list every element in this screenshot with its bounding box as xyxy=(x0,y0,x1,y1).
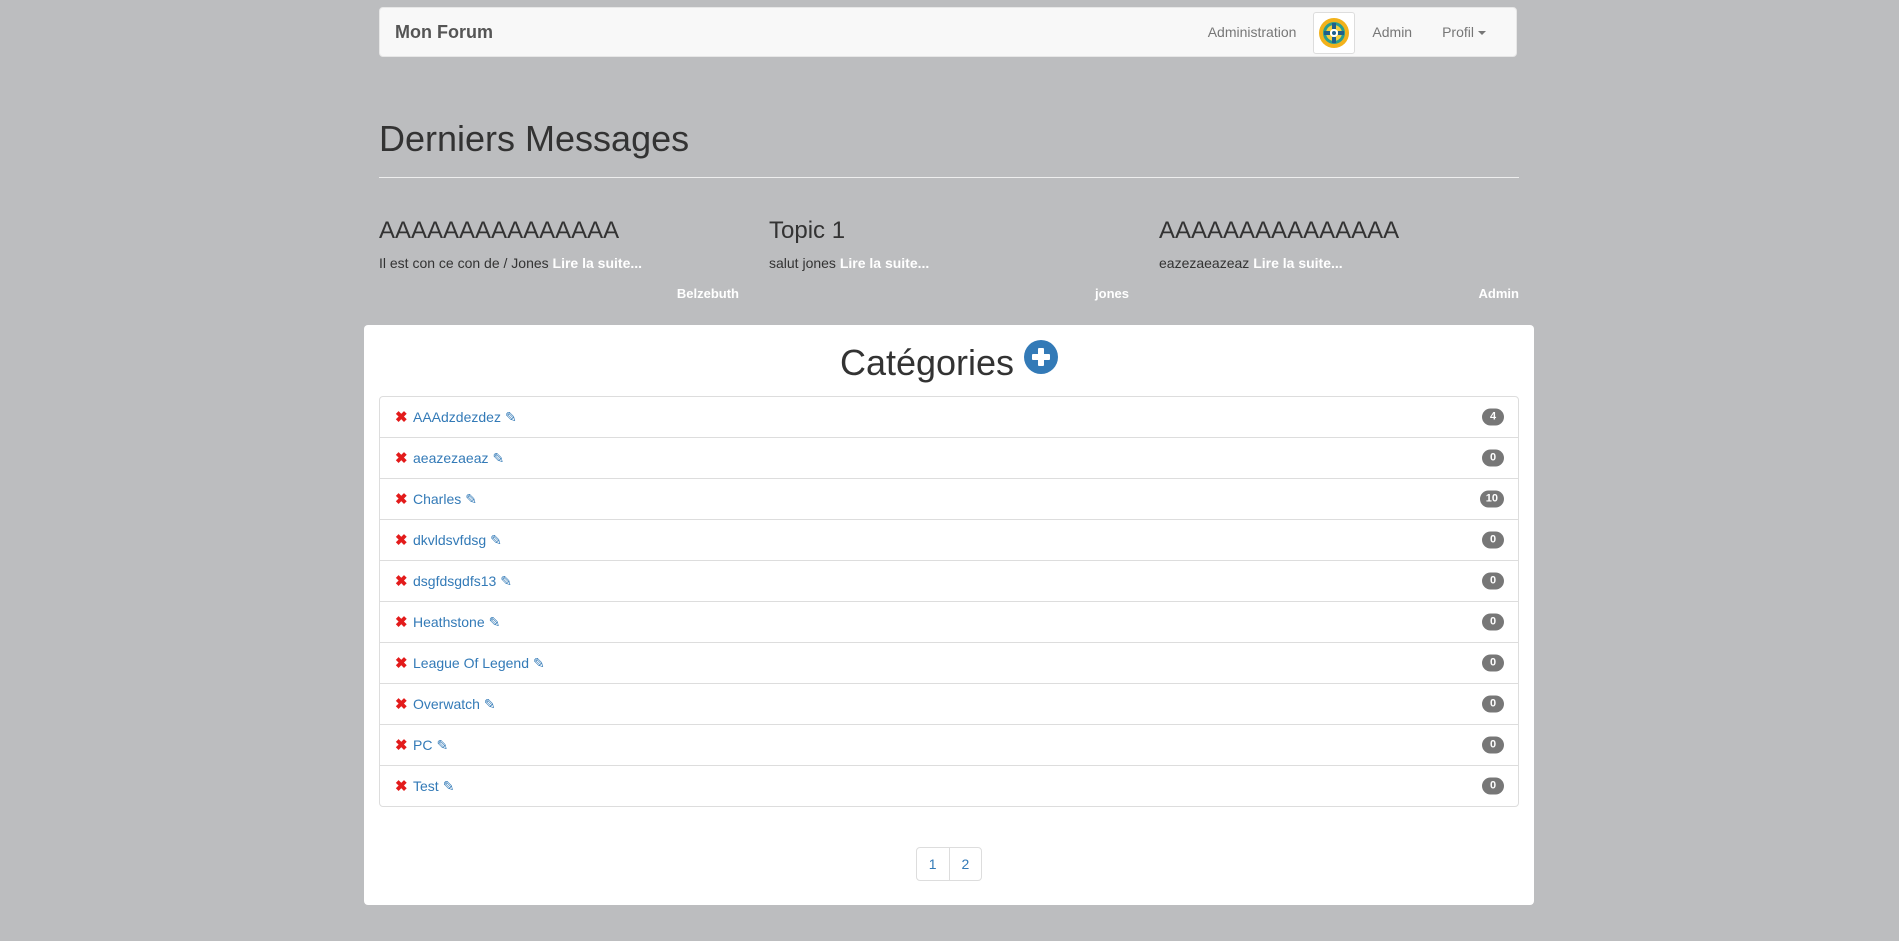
pagination: 12 xyxy=(364,847,1534,881)
latest-message-card: Topic 1 salut jones Lire la suite... jon… xyxy=(769,215,1129,301)
avatar-icon xyxy=(1319,17,1350,48)
page-button-2[interactable]: 2 xyxy=(948,847,983,881)
edit-icon[interactable]: ✎ xyxy=(490,532,502,549)
delete-icon[interactable]: ✖ xyxy=(395,738,411,753)
category-link[interactable]: Overwatch xyxy=(413,696,480,712)
topic-count-badge: 0 xyxy=(1482,695,1504,713)
categories-title: Catégories xyxy=(839,342,1015,383)
nav-user-link[interactable]: Admin xyxy=(1357,8,1427,57)
navbar: Mon Forum Administration Admin Profil xyxy=(379,7,1517,57)
delete-icon[interactable]: ✖ xyxy=(395,656,411,671)
topic-count-badge: 0 xyxy=(1482,654,1504,672)
page-button-1[interactable]: 1 xyxy=(915,847,950,881)
category-item: ✖ Heathstone ✎ 0 xyxy=(380,601,1518,642)
message-title: AAAAAAAAAAAAAAA xyxy=(1159,217,1400,244)
message-excerpt-text: salut jones xyxy=(769,255,836,271)
topic-count-badge: 0 xyxy=(1482,777,1504,795)
message-excerpt: Il est con ce con de / Jones Lire la sui… xyxy=(379,253,739,273)
message-title: AAAAAAAAAAAAAAA xyxy=(379,217,620,244)
category-item: ✖ Test ✎ 0 xyxy=(380,765,1518,806)
category-link[interactable]: Charles xyxy=(413,491,461,507)
category-item: ✖ Overwatch ✎ 0 xyxy=(380,683,1518,724)
nav-profile-dropdown[interactable]: Profil xyxy=(1427,8,1501,57)
category-item: ✖ dkvldsvfdsg ✎ 0 xyxy=(380,519,1518,560)
read-more-link[interactable]: Lire la suite... xyxy=(553,255,642,271)
message-excerpt: eazezaeazeaz Lire la suite... xyxy=(1159,253,1519,273)
edit-icon[interactable]: ✎ xyxy=(443,778,455,795)
category-list: ✖ AAAdzdezdez ✎ 4 ✖ aeazezaeaz ✎ 0 ✖ Cha… xyxy=(379,396,1519,807)
topic-count-badge: 0 xyxy=(1482,449,1504,467)
topic-count-badge: 4 xyxy=(1482,408,1504,426)
edit-icon[interactable]: ✎ xyxy=(533,655,545,672)
category-item: ✖ PC ✎ 0 xyxy=(380,724,1518,765)
message-title: Topic 1 xyxy=(769,217,846,244)
nav-administration-link[interactable]: Administration xyxy=(1193,8,1312,57)
read-more-link[interactable]: Lire la suite... xyxy=(840,255,929,271)
edit-icon[interactable]: ✎ xyxy=(505,409,517,426)
edit-icon[interactable]: ✎ xyxy=(484,696,496,713)
delete-icon[interactable]: ✖ xyxy=(395,779,411,794)
category-item: ✖ AAAdzdezdez ✎ 4 xyxy=(380,397,1518,437)
read-more-link[interactable]: Lire la suite... xyxy=(1253,255,1342,271)
category-link[interactable]: dkvldsvfdsg xyxy=(413,532,486,548)
delete-icon[interactable]: ✖ xyxy=(395,697,411,712)
avatar[interactable] xyxy=(1313,11,1356,54)
add-category-button[interactable] xyxy=(1024,340,1059,374)
category-link[interactable]: aeazezaeaz xyxy=(413,450,489,466)
edit-icon[interactable]: ✎ xyxy=(493,450,505,467)
delete-icon[interactable]: ✖ xyxy=(395,492,411,507)
message-excerpt: salut jones Lire la suite... xyxy=(769,253,1129,273)
message-author: Admin xyxy=(1478,286,1519,301)
delete-icon[interactable]: ✖ xyxy=(395,574,411,589)
edit-icon[interactable]: ✎ xyxy=(500,573,512,590)
edit-icon[interactable]: ✎ xyxy=(465,491,477,508)
category-link[interactable]: dsgfdsgdfs13 xyxy=(413,573,496,589)
categories-panel: Catégories ✖ AAAdzdezdez ✎ 4 ✖ aeazezaea… xyxy=(364,325,1534,905)
category-item: ✖ dsgfdsgdfs13 ✎ 0 xyxy=(380,560,1518,601)
topic-count-badge: 0 xyxy=(1482,736,1504,754)
categories-header: Catégories xyxy=(364,340,1534,383)
delete-icon[interactable]: ✖ xyxy=(395,451,411,466)
delete-icon[interactable]: ✖ xyxy=(395,615,411,630)
page-header: Derniers Messages xyxy=(379,98,1519,178)
caret-down-icon xyxy=(1478,31,1486,36)
navbar-brand[interactable]: Mon Forum xyxy=(395,8,493,57)
navbar-right: Administration Admin Profil xyxy=(1193,8,1501,57)
delete-icon[interactable]: ✖ xyxy=(395,533,411,548)
latest-message-card: AAAAAAAAAAAAAAA eazezaeazeaz Lire la sui… xyxy=(1159,215,1519,301)
latest-messages: AAAAAAAAAAAAAAA Il est con ce con de / J… xyxy=(379,215,1519,305)
category-item: ✖ aeazezaeaz ✎ 0 xyxy=(380,437,1518,478)
category-link[interactable]: PC xyxy=(413,737,432,753)
message-excerpt-text: eazezaeazeaz xyxy=(1159,255,1250,271)
edit-icon[interactable]: ✎ xyxy=(436,737,448,754)
category-link[interactable]: Test xyxy=(413,778,439,794)
profile-dropdown-label: Profil xyxy=(1442,24,1474,40)
topic-count-badge: 0 xyxy=(1482,613,1504,631)
category-item: ✖ League Of Legend ✎ 0 xyxy=(380,642,1518,683)
category-link[interactable]: League Of Legend xyxy=(413,655,529,671)
topic-count-badge: 0 xyxy=(1482,572,1504,590)
topic-count-badge: 0 xyxy=(1482,531,1504,549)
message-author: jones xyxy=(1095,286,1129,301)
page-title: Derniers Messages xyxy=(379,118,690,159)
message-excerpt-text: Il est con ce con de / Jones xyxy=(379,255,549,271)
message-author: Belzebuth xyxy=(676,286,739,301)
topic-count-badge: 10 xyxy=(1479,490,1504,508)
edit-icon[interactable]: ✎ xyxy=(489,614,501,631)
delete-icon[interactable]: ✖ xyxy=(395,410,411,425)
latest-message-card: AAAAAAAAAAAAAAA Il est con ce con de / J… xyxy=(379,215,739,301)
category-item: ✖ Charles ✎ 10 xyxy=(380,478,1518,519)
category-link[interactable]: AAAdzdezdez xyxy=(413,409,501,425)
category-link[interactable]: Heathstone xyxy=(413,614,485,630)
